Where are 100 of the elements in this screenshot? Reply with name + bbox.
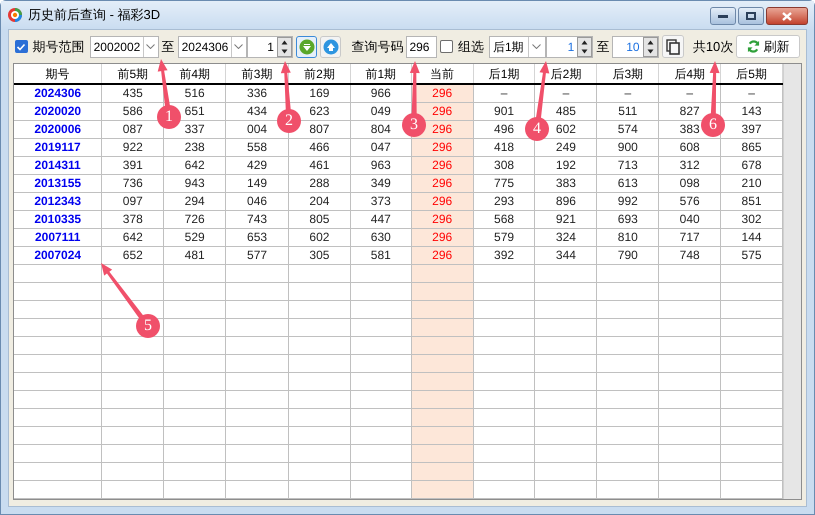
table-cell: 302 [742,212,762,226]
table-cell: 717 [680,230,700,244]
table-cell: 827 [680,104,700,118]
spinner-arrows-icon[interactable] [642,36,658,56]
table-cell: 046 [247,194,268,208]
table-cell: 047 [370,140,391,154]
minimize-button[interactable] [710,7,736,25]
column-header[interactable]: 后3期 [596,64,659,84]
table-cell: 040 [680,212,700,226]
table-cell: 418 [494,140,514,154]
table-cell: 579 [494,230,514,244]
table-cell: 516 [184,86,205,100]
issue-from-dropdown[interactable]: 2002002 [90,36,159,58]
table-cell: 294 [184,194,205,208]
table-cell: 434 [247,104,268,118]
table-cell: 992 [618,194,638,208]
table-cell: 807 [309,122,330,136]
table-cell: 435 [122,86,143,100]
table-cell: 305 [309,248,330,262]
app-logo-icon [7,7,23,23]
column-header[interactable]: 期号 [14,64,102,84]
table-cell: 568 [494,212,514,226]
table-cell: 337 [184,122,205,136]
callout-arrow [710,61,720,114]
table-cell: 296 [432,230,452,244]
table-cell: 602 [556,122,576,136]
caret-icon [146,44,156,49]
table-cell: 296 [432,194,452,208]
move-down-button[interactable] [296,36,318,58]
table-cell: 383 [680,122,700,136]
table-cell: 577 [247,248,268,262]
table-cell: 804 [370,122,391,136]
table-cell: 087 [122,122,143,136]
range-separator: 至 [162,38,175,56]
spinner-arrows-icon[interactable] [276,36,292,56]
table-cell: 296 [432,158,452,172]
maximize-icon [746,12,756,20]
table-cell: 049 [370,104,391,118]
table-cell: 576 [680,194,700,208]
table-cell: 192 [556,158,576,172]
caret-icon [532,44,542,49]
table-cell: 810 [618,230,638,244]
table-cell: 296 [432,212,452,226]
move-up-button[interactable] [320,36,342,58]
table-cell: 169 [309,86,330,100]
table-cell: 238 [184,140,205,154]
table-cell: – [686,86,694,100]
close-icon [782,12,792,20]
issue-number: 2014311 [34,158,81,172]
checkbox[interactable] [15,40,28,53]
table-cell: 901 [494,104,514,118]
table-cell: 896 [556,194,576,208]
table-cell: 775 [494,176,514,190]
number-input[interactable]: 296 [406,36,438,58]
table-cell: – [562,86,570,100]
table-cell: 743 [247,212,268,226]
offset-end-spinbox[interactable]: 10 [612,36,659,58]
table-cell: 296 [432,140,452,154]
issue-to-dropdown[interactable]: 2024306 [178,36,247,58]
close-button[interactable] [766,7,808,25]
copy-icon [666,38,680,54]
table-cell: 204 [309,194,330,208]
table-cell: 296 [432,176,452,190]
table-cell: – [500,86,508,100]
table-cell: 748 [680,248,700,262]
table-cell: 293 [494,194,514,208]
table-cell: 575 [742,248,762,262]
table-cell: 481 [184,248,205,262]
copy-button[interactable] [662,35,684,58]
table-cell: 249 [556,140,576,154]
table-cell: 529 [184,230,205,244]
table-cell: 447 [370,212,391,226]
table-cell: 296 [432,122,452,136]
table-cell: – [624,86,632,100]
table-cell: 144 [742,230,762,244]
table-cell: 966 [370,86,391,100]
column-header[interactable]: 后1期 [473,64,535,84]
table-cell: 613 [618,176,638,190]
caret-icon [234,44,244,49]
table-cell: 922 [122,140,143,154]
table-cell: 652 [122,248,143,262]
table-cell: 865 [742,140,762,154]
callout-arrow [536,61,550,118]
offset-start-spinbox[interactable]: 1 [546,36,594,58]
checkbox-label: 组选 [458,38,484,56]
issue-number: 2012343 [34,194,82,208]
table-cell: 790 [618,248,638,262]
table-cell: 397 [742,122,762,136]
offset-dropdown[interactable]: 后1期 [489,36,546,58]
table-cell: 466 [309,140,330,154]
table-cell: 004 [247,122,268,136]
table-cell: 308 [494,158,514,172]
maximize-button[interactable] [738,7,764,25]
refresh-button[interactable]: 刷新 [736,35,800,58]
step-spinbox[interactable]: 1 [246,36,293,58]
table-cell: 921 [556,212,576,226]
checkbox[interactable] [440,40,454,53]
table-cell: 558 [247,140,268,154]
spinner-arrows-icon[interactable] [577,36,592,56]
table-cell: 851 [742,194,762,208]
